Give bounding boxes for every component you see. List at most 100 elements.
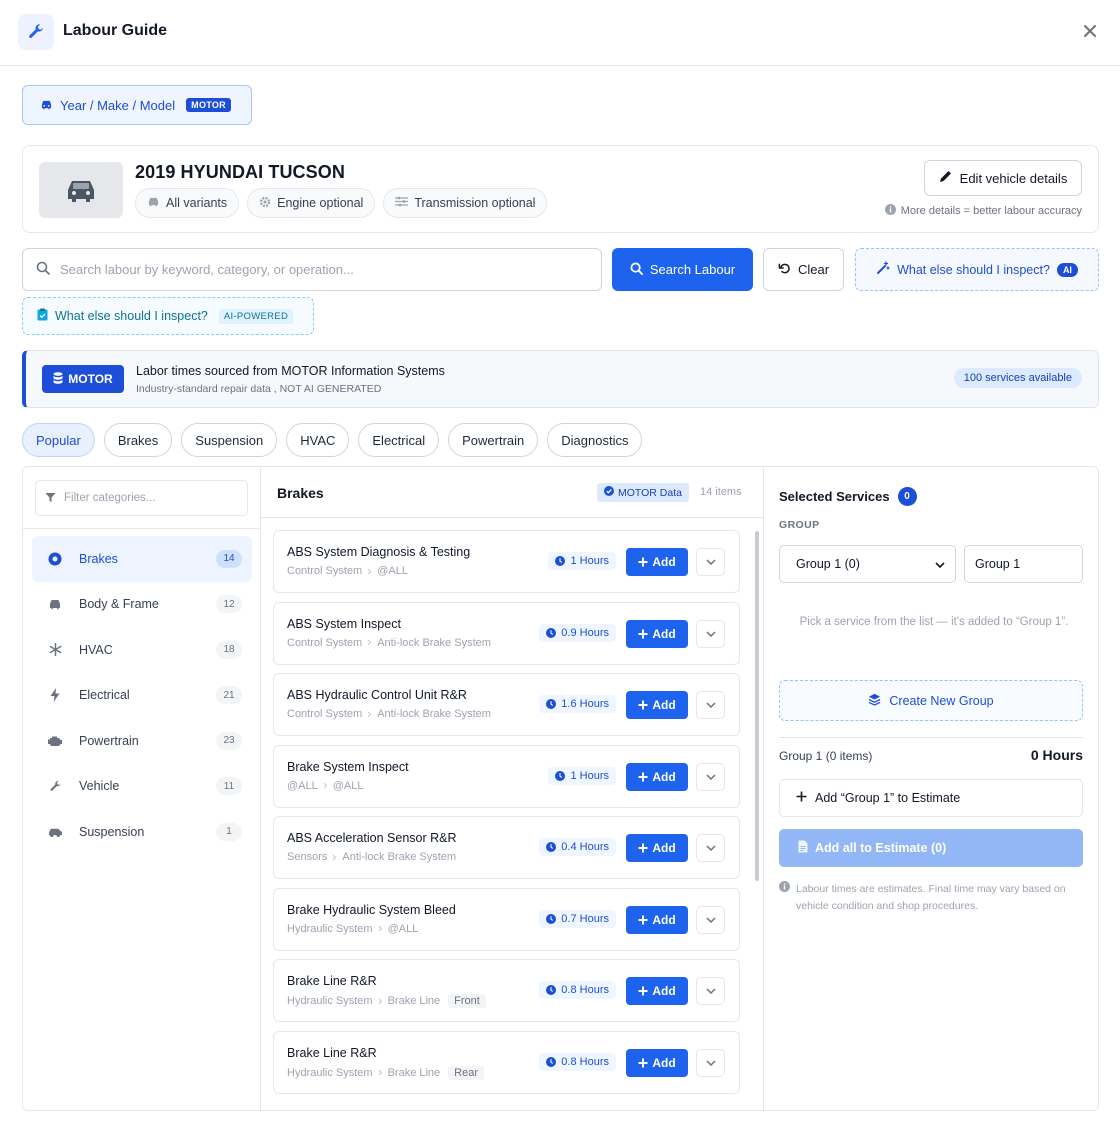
pick-service-hint: Pick a service from the list — it's adde… xyxy=(799,616,1069,628)
group-select[interactable]: Group 1 (0) xyxy=(779,545,956,583)
clear-button[interactable]: Clear xyxy=(763,248,844,291)
tab-suspension[interactable]: Suspension xyxy=(181,423,278,457)
edit-vehicle-label: Edit vehicle details xyxy=(959,170,1068,186)
sidebar-item-brakes[interactable]: Brakes 14 xyxy=(32,536,252,582)
service-row[interactable]: Brake System Inspect @ALL @ALL 1 Hours Add xyxy=(273,744,740,808)
service-row[interactable]: ABS Hydraulic Control Unit R&R Control Sy… xyxy=(273,673,740,736)
magic-wand-icon xyxy=(876,261,890,278)
add-group-to-estimate-button[interactable]: Add “Group 1” to Estimate xyxy=(779,779,1083,817)
search-field[interactable] xyxy=(22,248,602,291)
expand-service-button[interactable] xyxy=(696,977,725,1005)
document-icon xyxy=(798,840,808,856)
chip-label: Transmission optional xyxy=(414,196,536,210)
chip-variants[interactable]: All variants xyxy=(135,188,240,218)
sidebar-item-vehicle[interactable]: Vehicle 11 xyxy=(32,764,252,810)
hours-badge: 0.8 Hours xyxy=(539,1052,616,1071)
add-service-button[interactable]: Add xyxy=(626,1048,688,1077)
add-label: Add xyxy=(652,912,676,927)
chevron-right-icon xyxy=(378,1069,382,1076)
hours-badge: 1 Hours xyxy=(548,766,616,785)
chip-transmission[interactable]: Transmission optional xyxy=(383,188,548,218)
create-new-group-label: Create New Group xyxy=(889,693,994,708)
add-service-button[interactable]: Add xyxy=(626,977,688,1005)
chevron-right-icon xyxy=(367,568,372,574)
inspect-ai-powered-button[interactable]: What else should I inspect? AI-POWERED xyxy=(22,297,314,335)
hours-badge: 0.9 Hours xyxy=(539,623,616,642)
group-name-input[interactable] xyxy=(964,545,1083,583)
expand-service-button[interactable] xyxy=(696,548,725,576)
chip-label: Engine optional xyxy=(277,196,364,210)
search-input[interactable] xyxy=(60,262,580,277)
add-label: Add xyxy=(652,769,676,784)
service-row[interactable]: ABS Acceleration Sensor R&R Sensors Anti-l… xyxy=(273,816,740,879)
chevron-down-icon xyxy=(705,988,716,994)
sidebar-item-body-frame[interactable]: Body & Frame 12 xyxy=(32,582,252,628)
scrollbar[interactable] xyxy=(754,527,760,1107)
service-row[interactable]: Brake Line R&R Hydraulic System Brake Line… xyxy=(273,1030,740,1094)
motor-badge: MOTOR xyxy=(186,98,231,112)
ai-powered-badge: AI-POWERED xyxy=(218,308,294,324)
service-path-system: Sensors xyxy=(287,851,328,863)
group-hours-total: 0 Hours xyxy=(1030,747,1083,763)
search-labour-button[interactable]: Search Labour xyxy=(612,248,753,291)
selected-services-panel: Selected Services 0 GROUP Group 1 (0) Pi… xyxy=(764,467,1098,1110)
tab-hvac[interactable]: HVAC xyxy=(286,423,350,457)
services-title: Brakes xyxy=(277,485,324,501)
add-service-button[interactable]: Add xyxy=(626,762,688,791)
sidebar-item-hvac[interactable]: HVAC 18 xyxy=(32,627,252,673)
service-row[interactable]: ABS System Diagnosis & Testing Control Sy… xyxy=(273,530,740,593)
category-filter[interactable] xyxy=(35,480,248,516)
add-service-button[interactable]: Add xyxy=(626,691,688,719)
service-path-system: Hydraulic System xyxy=(287,995,373,1007)
search-icon xyxy=(630,261,643,278)
edit-vehicle-button[interactable]: Edit vehicle details xyxy=(924,160,1082,196)
add-service-button[interactable]: Add xyxy=(626,619,688,648)
service-name: Brake Hydraulic System Bleed xyxy=(287,902,456,917)
expand-service-button[interactable] xyxy=(696,762,725,791)
add-all-to-estimate-button[interactable]: Add all to Estimate (0) xyxy=(779,829,1083,867)
scrollbar-thumb[interactable] xyxy=(755,531,759,881)
service-path-component: Brake Line xyxy=(387,995,441,1007)
tab-popular[interactable]: Popular xyxy=(22,423,95,457)
group-items-count: Group 1 (0 items) xyxy=(779,749,873,763)
create-new-group-button[interactable]: Create New Group xyxy=(779,680,1083,721)
tab-diagnostics[interactable]: Diagnostics xyxy=(547,423,643,457)
expand-service-button[interactable] xyxy=(696,905,725,934)
inspect-ai-button[interactable]: What else should I inspect? AI xyxy=(855,248,1099,291)
add-service-button[interactable]: Add xyxy=(626,548,688,576)
category-count: 21 xyxy=(216,686,242,705)
sidebar-item-suspension[interactable]: Suspension 1 xyxy=(32,809,252,855)
service-path-system: @ALL xyxy=(287,779,318,792)
tab-powertrain[interactable]: Powertrain xyxy=(448,423,539,457)
service-path-component: Anti-lock Brake System xyxy=(342,851,457,863)
category-sidebar: Brakes 14 Body & Frame 12 HVAC 18 Electr… xyxy=(23,467,261,1110)
add-label: Add xyxy=(652,841,676,855)
service-row[interactable]: Brake Hydraulic System Bleed Hydraulic Sy… xyxy=(273,887,740,951)
year-make-model-button[interactable]: Year / Make / Model MOTOR xyxy=(22,85,252,125)
tab-electrical[interactable]: Electrical xyxy=(358,423,440,457)
service-path-component: Brake Line xyxy=(387,1066,441,1079)
close-icon[interactable] xyxy=(1078,18,1102,44)
service-row[interactable]: Brake Line R&R Hydraulic System Brake Line… xyxy=(273,959,740,1022)
category-tabs: Popular Brakes Suspension HVAC Electrica… xyxy=(22,423,643,457)
add-group-label: Add “Group 1” to Estimate xyxy=(815,791,961,805)
hours-value: 0.8 Hours xyxy=(561,1055,609,1068)
add-service-button[interactable]: Add xyxy=(626,834,688,862)
expand-service-button[interactable] xyxy=(696,1048,725,1077)
expand-service-button[interactable] xyxy=(696,834,725,862)
service-row[interactable]: ABS System Inspect Control System Anti-loc… xyxy=(273,601,740,665)
service-path-component: @ALL xyxy=(387,922,419,935)
motor-logo: MOTOR xyxy=(42,365,124,393)
add-label: Add xyxy=(652,555,676,569)
tab-brakes[interactable]: Brakes xyxy=(103,423,173,457)
chip-engine[interactable]: Engine optional xyxy=(247,188,376,218)
service-path: @ALL @ALL xyxy=(287,780,364,792)
category-count: 23 xyxy=(216,731,242,750)
category-filter-input[interactable] xyxy=(64,492,234,504)
expand-service-button[interactable] xyxy=(696,691,725,719)
expand-service-button[interactable] xyxy=(696,619,725,648)
add-service-button[interactable]: Add xyxy=(626,905,688,934)
sidebar-item-powertrain[interactable]: Powertrain 23 xyxy=(32,718,252,764)
sidebar-item-electrical[interactable]: Electrical 21 xyxy=(32,673,252,719)
more-details-text: More details = better labour accuracy xyxy=(900,205,1082,217)
